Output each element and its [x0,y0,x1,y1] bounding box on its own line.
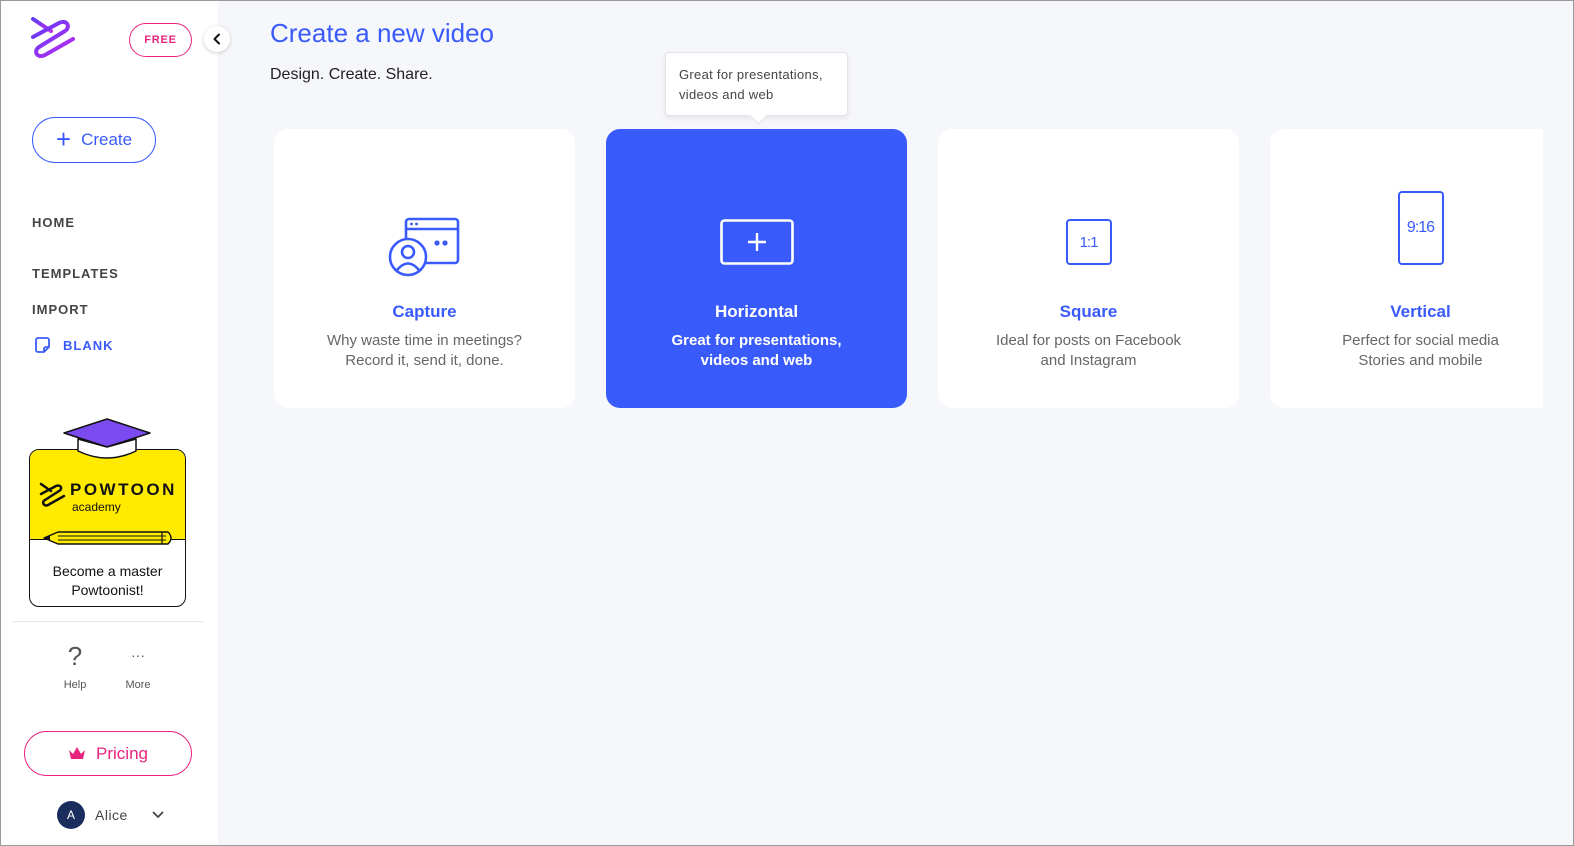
card-capture-icon-wrap [274,217,575,297]
user-name: Alice [95,807,128,823]
square-ratio-label: 1:1 [1079,233,1099,251]
card-horizontal[interactable]: Horizontal Great for presentations, vide… [606,129,907,408]
horizontal-tooltip: Great for presentations, videos and web [665,52,848,116]
academy-sub: academy [72,500,121,514]
academy-text: Become a master Powtoonist! [30,562,185,600]
vertical-ratio-label: 9:16 [1406,219,1435,236]
card-vertical-desc: Perfect for social media Stories and mob… [1342,332,1499,369]
card-square-title: Square [1059,302,1118,321]
avatar: A [57,801,85,829]
nav-templates[interactable]: TEMPLATES [32,266,119,281]
graduation-cap-icon [63,418,151,459]
free-plan-badge[interactable]: FREE [129,23,192,57]
chevron-down-icon [152,811,164,818]
square-ratio-icon: 1:1 [1065,219,1112,265]
page-title: Create a new video [270,18,495,48]
card-square-desc: Ideal for posts on Facebook and Instagra… [995,332,1182,369]
academy-promo[interactable]: POWTOON academy Become a master Powtooni… [29,417,186,607]
capture-icon [388,217,459,277]
card-vertical-icon-wrap: 9:16 [1270,191,1571,271]
nav-blank-label: BLANK [63,338,114,353]
card-horizontal-title: Horizontal [714,302,799,321]
card-capture[interactable]: Capture Why waste time in meetings? Reco… [274,129,575,408]
create-label: Create [81,130,133,149]
page-subtitle: Design. Create. Share. [270,66,433,83]
chevron-left-icon [213,33,220,45]
card-capture-desc: Why waste time in meetings? Record it, s… [326,332,523,369]
user-menu[interactable]: A Alice [57,801,164,829]
academy-text-line2: Powtoonist! [71,582,144,598]
vertical-ratio-icon: 9:16 [1397,191,1444,265]
plus-icon: + [55,124,72,154]
academy-card: POWTOON academy Become a master Powtooni… [29,449,186,607]
create-button[interactable]: + Create [32,117,156,163]
sidebar-divider [13,621,203,622]
question-mark-icon: ? [67,641,83,671]
sidebar: FREE + Create HOME TEMPLATES IMPORT BLAN… [1,1,218,845]
card-vertical-inner: 9:16 Vertical Perfect for social media S… [1270,129,1571,408]
nav-import[interactable]: IMPORT [32,302,89,317]
nav-blank[interactable]: BLANK [34,337,114,354]
card-vertical-title: Vertical [1390,302,1451,321]
more-label: More [125,679,151,691]
more-button[interactable]: ··· More [113,642,163,691]
card-square[interactable]: 1:1 Square Ideal for posts on Facebook a… [938,129,1239,408]
card-vertical[interactable]: 9:16 Vertical Perfect for social media S… [1270,129,1543,408]
blank-page-icon [35,337,50,353]
academy-brand: POWTOON [70,480,177,499]
card-capture-title: Capture [392,302,457,321]
nav-home[interactable]: HOME [32,215,75,230]
card-horizontal-desc: Great for presentations, videos and web [671,332,842,369]
help-label: Help [63,679,87,691]
card-square-icon-wrap: 1:1 [938,219,1239,299]
academy-banner: POWTOON academy [30,450,185,540]
powtoon-academy-logo-icon [39,482,66,507]
horizontal-plus-icon [719,219,794,265]
crown-icon [69,747,86,759]
collapse-sidebar-button[interactable] [204,26,230,52]
pricing-label: Pricing [96,743,148,763]
card-horizontal-icon-wrap [606,219,907,299]
academy-text-line1: Become a master [52,563,163,579]
pricing-button[interactable]: Pricing [24,731,192,776]
pencil-icon [43,531,172,545]
more-dots-icon: ··· [131,647,145,663]
powtoon-logo-icon[interactable] [29,15,79,61]
help-button[interactable]: ? Help [50,642,100,691]
